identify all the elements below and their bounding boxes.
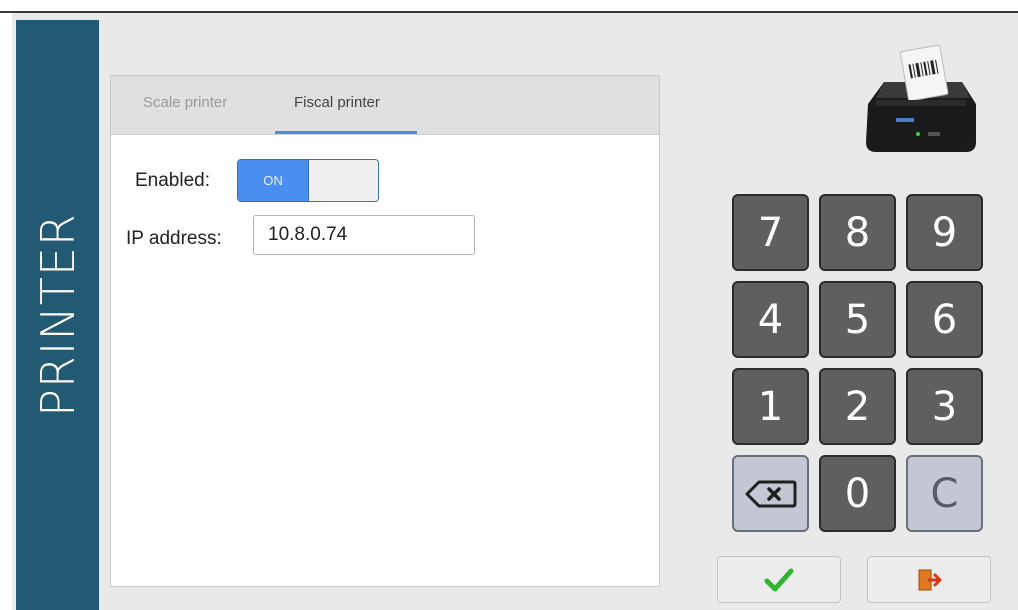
ip-address-label: IP address: xyxy=(126,228,222,249)
tab-scale-printer[interactable]: Scale printer xyxy=(143,94,227,111)
toggle-knob xyxy=(308,160,378,201)
sidebar-title: PRINTER xyxy=(31,213,85,417)
ip-address-field[interactable] xyxy=(253,215,475,255)
keypad-clear-button[interactable]: C xyxy=(906,455,983,532)
keypad-key-5[interactable]: 5 xyxy=(819,281,896,358)
keypad-key-3[interactable]: 3 xyxy=(906,368,983,445)
keypad-key-1[interactable]: 1 xyxy=(732,368,809,445)
exit-button[interactable] xyxy=(867,556,991,603)
exit-door-icon xyxy=(918,569,942,590)
checkmark-icon xyxy=(764,568,794,591)
active-tab-indicator xyxy=(275,131,417,134)
keypad-key-9[interactable]: 9 xyxy=(906,194,983,271)
keypad-key-0[interactable]: 0 xyxy=(819,455,896,532)
receipt-printer-icon xyxy=(866,44,976,152)
toggle-on-label: ON xyxy=(238,160,308,201)
enabled-label: Enabled: xyxy=(135,170,211,191)
keypad-key-7[interactable]: 7 xyxy=(732,194,809,271)
keypad-backspace-button[interactable] xyxy=(732,455,809,532)
enabled-toggle[interactable]: ON xyxy=(237,159,379,202)
backspace-icon xyxy=(745,480,796,507)
tab-fiscal-printer[interactable]: Fiscal printer xyxy=(294,94,380,111)
settings-panel: Scale printer Fiscal printer Enabled: ON… xyxy=(110,75,660,587)
keypad-key-4[interactable]: 4 xyxy=(732,281,809,358)
confirm-button[interactable] xyxy=(717,556,841,603)
keypad-key-8[interactable]: 8 xyxy=(819,194,896,271)
keypad-key-6[interactable]: 6 xyxy=(906,281,983,358)
keypad-key-2[interactable]: 2 xyxy=(819,368,896,445)
tab-bar: Scale printer Fiscal printer xyxy=(111,76,659,135)
